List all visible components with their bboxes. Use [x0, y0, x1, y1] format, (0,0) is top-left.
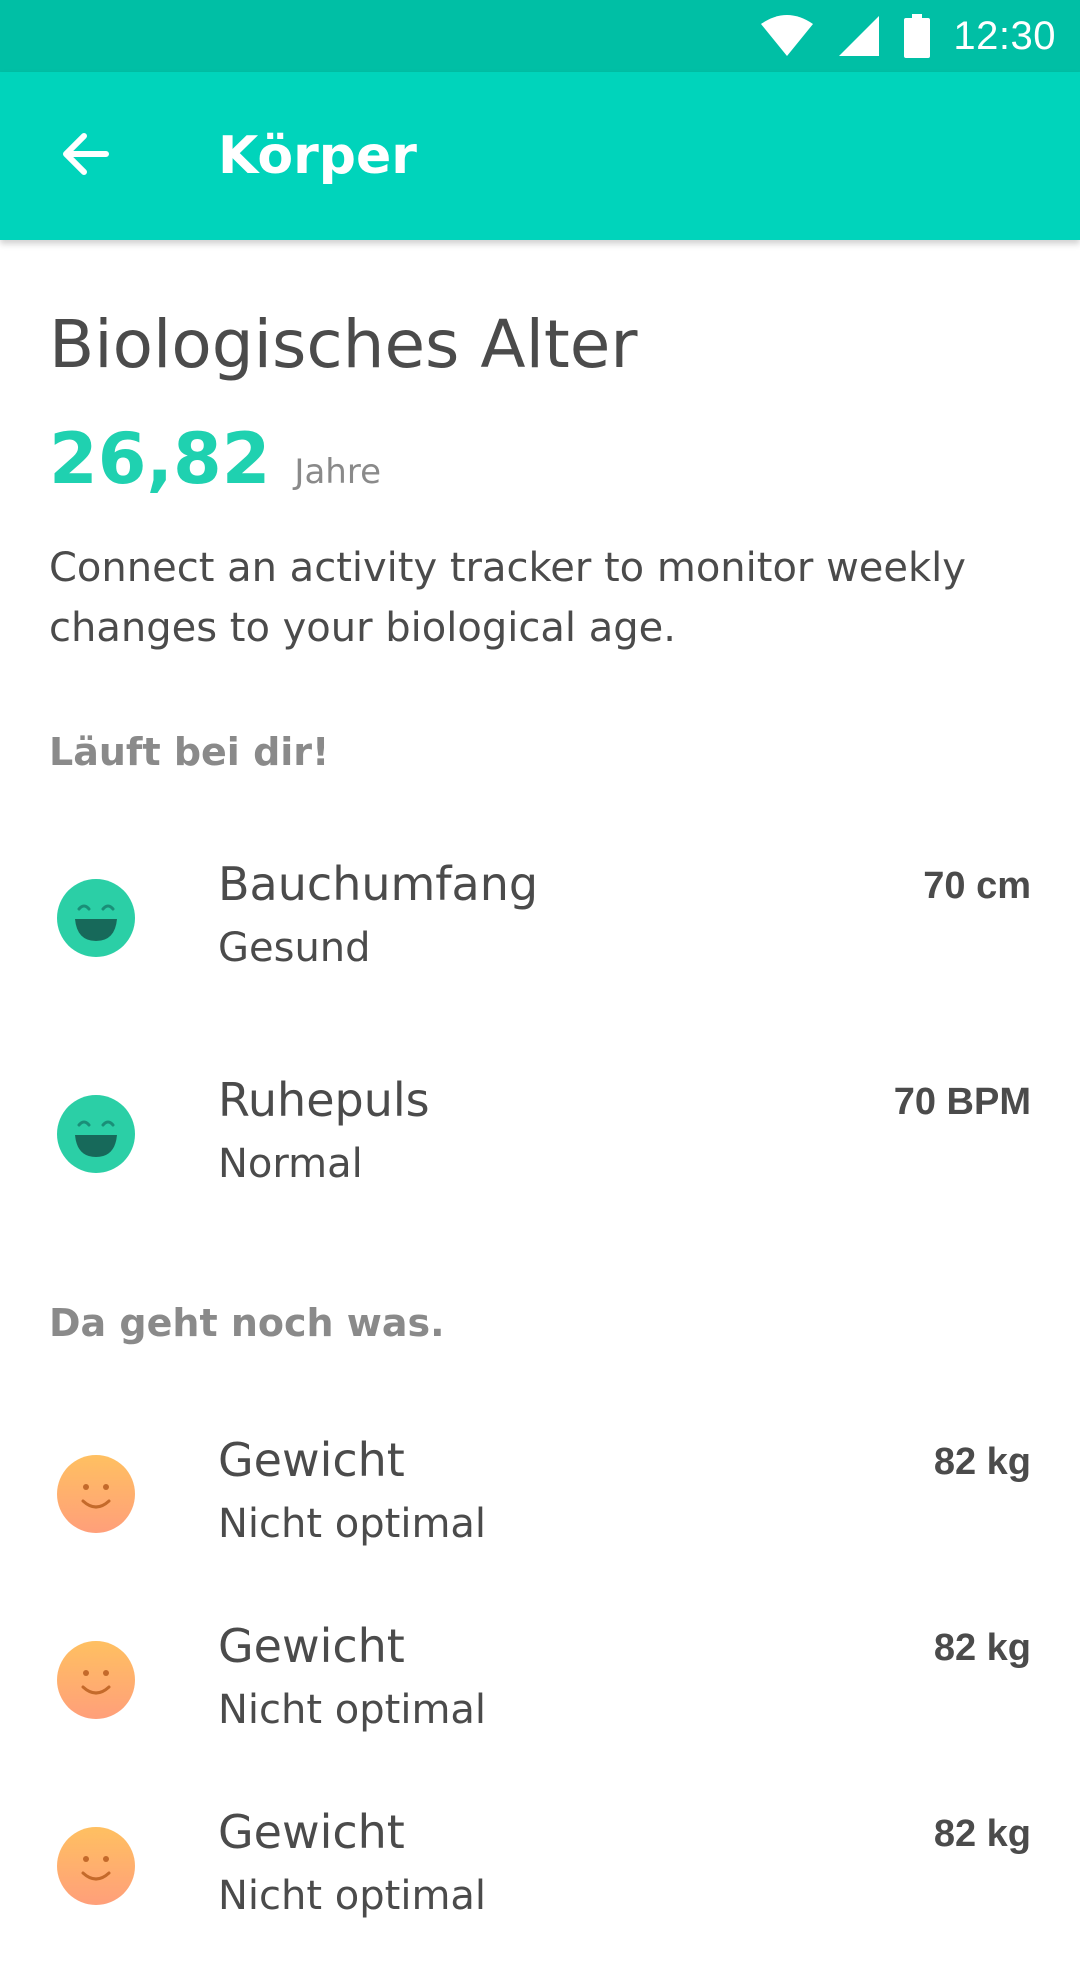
metric-name: Ruhepuls: [218, 1073, 430, 1127]
age-summary: 26,82 Jahre: [49, 418, 381, 500]
wifi-icon: [759, 14, 815, 58]
metric-name: Gewicht: [218, 1619, 405, 1673]
metric-name: Bauchumfang: [218, 857, 539, 911]
group-label-good: Läuft bei dir!: [49, 730, 330, 774]
list-item[interactable]: Bauchumfang Gesund 70 cm: [0, 857, 1080, 1029]
metric-status: Nicht optimal: [218, 1501, 487, 1547]
metric-value: 82 kg: [933, 1627, 1031, 1669]
description-text: Connect an activity tracker to monitor w…: [49, 545, 966, 651]
age-unit: Jahre: [294, 452, 381, 492]
status-bar: 12:30: [0, 0, 1080, 72]
signal-icon: [837, 14, 881, 58]
metric-name: Gewicht: [218, 1433, 405, 1487]
arrow-back-icon: [58, 128, 110, 185]
smile-face-icon: [57, 1827, 135, 1905]
metric-value: 70 BPM: [893, 1081, 1031, 1123]
battery-icon: [903, 14, 931, 58]
metric-value: 82 kg: [933, 1813, 1031, 1855]
list-item[interactable]: Gewicht Nicht optimal 82 kg: [0, 1805, 1080, 1977]
smile-face-icon: [57, 1641, 135, 1719]
list-item[interactable]: Ruhepuls Normal 70 BPM: [0, 1073, 1080, 1245]
metric-name: Gewicht: [218, 1805, 405, 1859]
list-item[interactable]: Gewicht Nicht optimal 82 kg: [0, 1619, 1080, 1791]
app-bar: Körper: [0, 72, 1080, 240]
happy-face-icon: [57, 1095, 135, 1173]
group-label-improve: Da geht noch was.: [49, 1301, 445, 1345]
metric-status: Nicht optimal: [218, 1687, 487, 1733]
metric-value: 82 kg: [933, 1441, 1031, 1483]
metric-status: Nicht optimal: [218, 1873, 487, 1919]
happy-face-icon: [57, 879, 135, 957]
app-title: Körper: [218, 126, 417, 186]
smile-face-icon: [57, 1455, 135, 1533]
status-time: 12:30: [953, 13, 1056, 58]
back-button[interactable]: [24, 96, 144, 216]
list-item[interactable]: Gewicht Nicht optimal 82 kg: [0, 1433, 1080, 1605]
metric-status: Gesund: [218, 925, 371, 971]
metric-value: 70 cm: [923, 865, 1031, 907]
metric-status: Normal: [218, 1141, 363, 1187]
page-title: Biologisches Alter: [49, 306, 638, 383]
age-value: 26,82: [49, 418, 271, 500]
